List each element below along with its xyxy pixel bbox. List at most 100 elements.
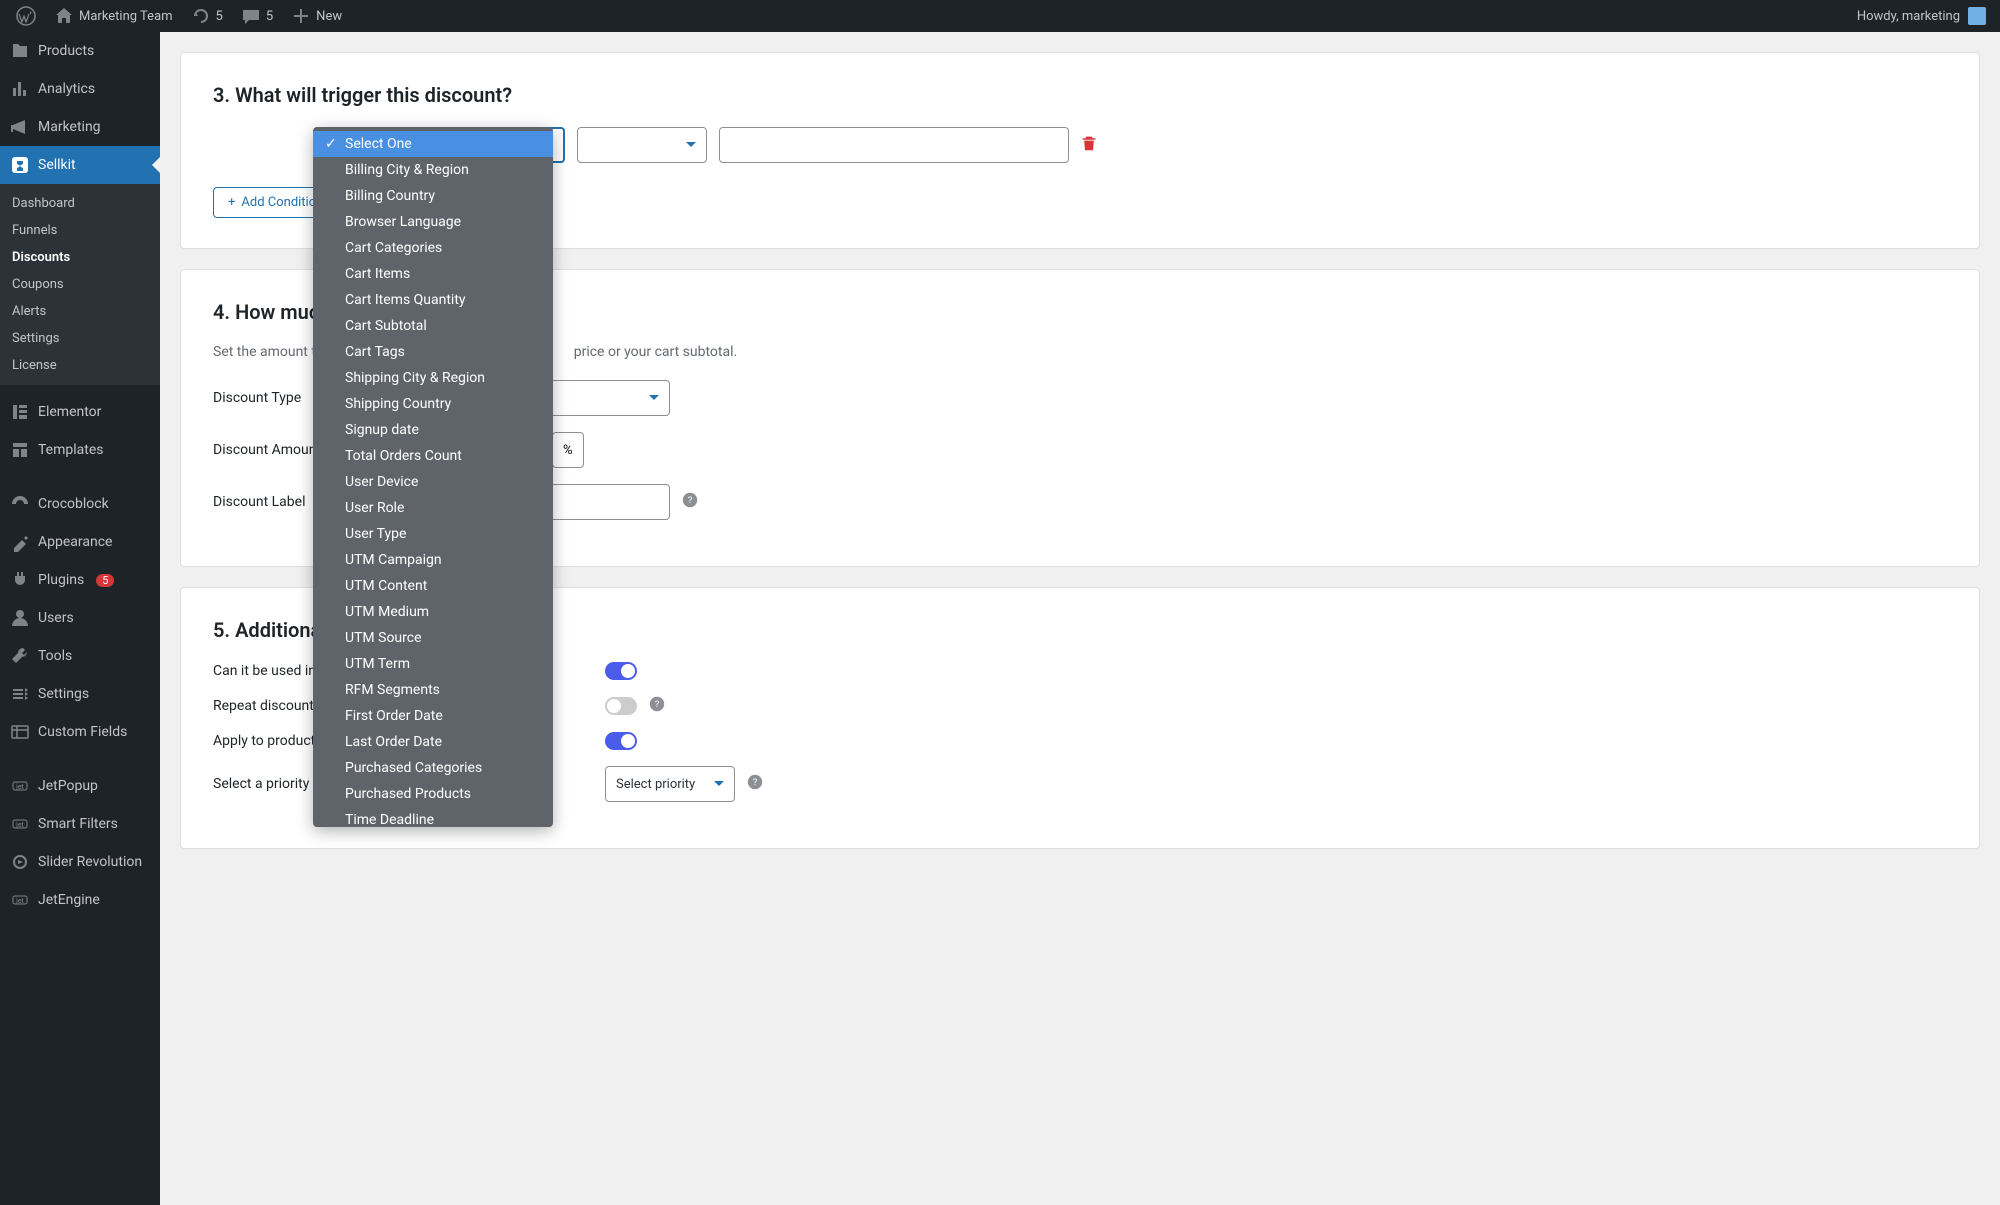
dropdown-option[interactable]: Cart Items	[313, 261, 553, 287]
submenu-item-coupons[interactable]: Coupons	[0, 271, 160, 298]
dropdown-option[interactable]: Signup date	[313, 417, 553, 443]
dropdown-option[interactable]: RFM Segments	[313, 677, 553, 703]
new-link[interactable]: New	[283, 0, 350, 32]
site-link[interactable]: Marketing Team	[46, 0, 181, 32]
dropdown-option[interactable]: UTM Content	[313, 573, 553, 599]
dropdown-option[interactable]: User Device	[313, 469, 553, 495]
dropdown-option[interactable]: Cart Subtotal	[313, 313, 553, 339]
svg-text:jet: jet	[15, 897, 24, 905]
sidebar-item-appearance[interactable]: Appearance	[0, 523, 160, 561]
plus-icon: +	[228, 195, 235, 210]
help-icon[interactable]: ?	[747, 774, 763, 794]
sidebar-item-label: Crocoblock	[38, 496, 109, 512]
dropdown-option[interactable]: Billing Country	[313, 183, 553, 209]
jet-icon: jet	[10, 890, 30, 910]
dropdown-option[interactable]: First Order Date	[313, 703, 553, 729]
sidebar-item-custom-fields[interactable]: Custom Fields	[0, 713, 160, 751]
repeat-toggle[interactable]	[605, 697, 637, 715]
sidebar-item-label: Marketing	[38, 119, 101, 135]
sidebar-item-label: Analytics	[38, 81, 95, 97]
priority-select[interactable]: Select priority	[605, 766, 735, 802]
sidebar-item-slider-revolution[interactable]: Slider Revolution	[0, 843, 160, 881]
plus-icon	[291, 6, 311, 26]
home-icon	[54, 6, 74, 26]
croco-icon	[10, 494, 30, 514]
dropdown-option[interactable]: Cart Tags	[313, 339, 553, 365]
comments-link[interactable]: 5	[233, 0, 281, 32]
appearance-icon	[10, 532, 30, 552]
sidebar-item-jetpopup[interactable]: jetJetPopup	[0, 767, 160, 805]
sidebar-item-templates[interactable]: Templates	[0, 431, 160, 469]
submenu-item-discounts[interactable]: Discounts	[0, 244, 160, 271]
dropdown-option[interactable]: Billing City & Region	[313, 157, 553, 183]
comment-icon	[241, 6, 261, 26]
dropdown-option[interactable]: Total Orders Count	[313, 443, 553, 469]
sidebar-item-analytics[interactable]: Analytics	[0, 70, 160, 108]
dropdown-option[interactable]: UTM Term	[313, 651, 553, 677]
sidebar-item-users[interactable]: Users	[0, 599, 160, 637]
sidebar-item-sellkit[interactable]: Sellkit	[0, 146, 160, 184]
section-3-title: 3. What will trigger this discount?	[213, 83, 1947, 107]
dropdown-option[interactable]: Shipping Country	[313, 391, 553, 417]
templates-icon	[10, 440, 30, 460]
delete-condition-button[interactable]	[1081, 135, 1097, 155]
settings-icon	[10, 684, 30, 704]
dropdown-option[interactable]: Purchased Products	[313, 781, 553, 807]
svg-text:?: ?	[753, 777, 758, 788]
section-trigger: 3. What will trigger this discount? Sele…	[180, 52, 1980, 249]
sidebar-item-marketing[interactable]: Marketing	[0, 108, 160, 146]
submenu-item-alerts[interactable]: Alerts	[0, 298, 160, 325]
adminbar-left: Marketing Team 5 5 New	[8, 0, 350, 32]
sidebar-item-jetengine[interactable]: jet JetEngine	[0, 881, 160, 919]
submenu-item-license[interactable]: License	[0, 352, 160, 379]
condition-value-input[interactable]	[719, 127, 1069, 163]
sidebar-item-label: Plugins	[38, 572, 84, 588]
sidebar-item-products[interactable]: Products	[0, 32, 160, 70]
sidebar-item-crocoblock[interactable]: Crocoblock	[0, 485, 160, 523]
submenu-item-dashboard[interactable]: Dashboard	[0, 190, 160, 217]
submenu-item-funnels[interactable]: Funnels	[0, 217, 160, 244]
sidebar-item-label: Settings	[38, 686, 89, 702]
updates-link[interactable]: 5	[183, 0, 231, 32]
dropdown-option[interactable]: Shipping City & Region	[313, 365, 553, 391]
adminbar-right[interactable]: Howdy, marketing	[1857, 7, 1992, 25]
dropdown-option[interactable]: UTM Source	[313, 625, 553, 651]
combine-toggle[interactable]	[605, 662, 637, 680]
sidebar-item-settings[interactable]: Settings	[0, 675, 160, 713]
dropdown-option[interactable]: User Role	[313, 495, 553, 521]
dropdown-option[interactable]: Purchased Categories	[313, 755, 553, 781]
dropdown-option[interactable]: Select One	[313, 131, 553, 157]
help-icon[interactable]: ?	[682, 492, 698, 512]
sidebar-item-smart-filters[interactable]: jetSmart Filters	[0, 805, 160, 843]
condition-operator-select[interactable]	[577, 127, 707, 163]
discount-amount-unit: %	[552, 432, 584, 468]
dropdown-option[interactable]: Last Order Date	[313, 729, 553, 755]
admin-sidebar: Products Analytics Marketing Sellkit Dashbo…	[0, 32, 160, 1205]
dropdown-option[interactable]: UTM Campaign	[313, 547, 553, 573]
tools-icon	[10, 646, 30, 666]
sidebar-item-label: Slider Revolution	[38, 854, 142, 870]
sidebar-item-plugins[interactable]: Plugins 5	[0, 561, 160, 599]
sidebar-item-label: JetEngine	[38, 892, 100, 908]
apply-toggle[interactable]	[605, 732, 637, 750]
svg-text:?: ?	[655, 699, 660, 710]
submenu-item-settings[interactable]: Settings	[0, 325, 160, 352]
update-icon	[191, 6, 211, 26]
sidebar-item-label: Tools	[38, 648, 72, 664]
admin-toolbar: Marketing Team 5 5 New Howdy, marketing	[0, 0, 2000, 32]
sidebar-item-elementor[interactable]: Elementor	[0, 393, 160, 431]
wp-logo[interactable]	[8, 0, 44, 32]
dropdown-option[interactable]: User Type	[313, 521, 553, 547]
users-icon	[10, 608, 30, 628]
sidebar-item-tools[interactable]: Tools	[0, 637, 160, 675]
add-condition-label: Add Condition	[241, 195, 323, 210]
dropdown-option[interactable]: Time Deadline	[313, 807, 553, 827]
help-icon[interactable]: ?	[649, 696, 665, 716]
dropdown-option[interactable]: Browser Language	[313, 209, 553, 235]
dropdown-option[interactable]: Cart Items Quantity	[313, 287, 553, 313]
badge: 5	[96, 574, 114, 587]
howdy-text: Howdy, marketing	[1857, 9, 1960, 24]
dropdown-option[interactable]: Cart Categories	[313, 235, 553, 261]
dropdown-option[interactable]: UTM Medium	[313, 599, 553, 625]
sidebar-item-label: Elementor	[38, 404, 101, 420]
